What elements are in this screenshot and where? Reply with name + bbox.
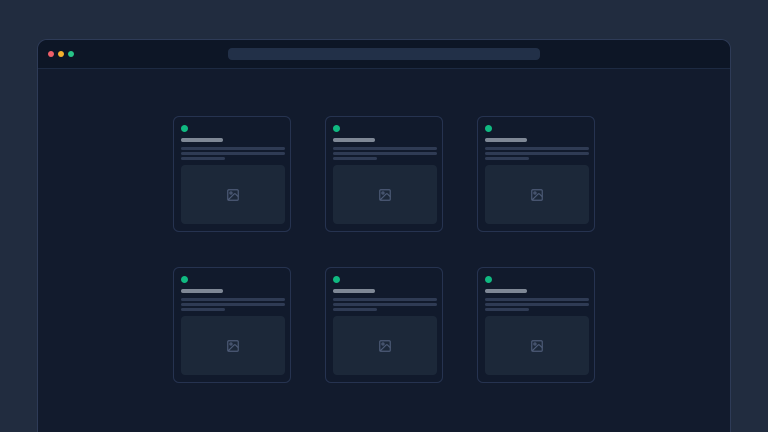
thumbnail-placeholder (333, 316, 437, 375)
card-text-skeleton (333, 152, 437, 155)
card-text-skeleton (333, 308, 377, 311)
content-card[interactable] (173, 116, 291, 232)
card-text-skeleton (333, 147, 437, 150)
thumbnail-placeholder (485, 316, 589, 375)
browser-titlebar (38, 40, 730, 69)
card-title-skeleton (333, 289, 375, 293)
card-title-skeleton (485, 138, 527, 142)
thumbnail-placeholder (333, 165, 437, 224)
card-text-skeleton (181, 157, 225, 160)
browser-window (37, 39, 731, 432)
card-text-skeleton (333, 157, 377, 160)
card-text-skeleton (485, 298, 589, 301)
status-dot-icon (181, 125, 188, 132)
status-dot-icon (333, 276, 340, 283)
url-bar[interactable] (228, 48, 540, 60)
status-dot-icon (485, 125, 492, 132)
status-dot-icon (181, 276, 188, 283)
status-dot-icon (333, 125, 340, 132)
thumbnail-placeholder (181, 316, 285, 375)
maximize-button[interactable] (68, 51, 74, 57)
card-grid (173, 116, 595, 383)
card-title-skeleton (333, 138, 375, 142)
status-dot-icon (485, 276, 492, 283)
content-card[interactable] (173, 267, 291, 383)
card-text-skeleton (181, 147, 285, 150)
card-text-skeleton (485, 152, 589, 155)
content-card[interactable] (325, 116, 443, 232)
card-text-skeleton (485, 157, 529, 160)
image-icon (378, 188, 392, 202)
image-icon (226, 339, 240, 353)
card-text-skeleton (181, 303, 285, 306)
page-content (38, 69, 730, 383)
card-text-skeleton (333, 298, 437, 301)
content-card[interactable] (477, 116, 595, 232)
card-title-skeleton (485, 289, 527, 293)
card-text-skeleton (181, 152, 285, 155)
image-icon (226, 188, 240, 202)
card-title-skeleton (181, 289, 223, 293)
card-text-skeleton (485, 303, 589, 306)
thumbnail-placeholder (181, 165, 285, 224)
close-button[interactable] (48, 51, 54, 57)
image-icon (530, 188, 544, 202)
card-text-skeleton (485, 308, 529, 311)
page-background (0, 0, 768, 432)
card-text-skeleton (181, 298, 285, 301)
image-icon (530, 339, 544, 353)
minimize-button[interactable] (58, 51, 64, 57)
thumbnail-placeholder (485, 165, 589, 224)
content-card[interactable] (325, 267, 443, 383)
card-text-skeleton (333, 303, 437, 306)
card-text-skeleton (181, 308, 225, 311)
card-title-skeleton (181, 138, 223, 142)
traffic-lights (48, 51, 74, 57)
image-icon (378, 339, 392, 353)
card-text-skeleton (485, 147, 589, 150)
content-card[interactable] (477, 267, 595, 383)
